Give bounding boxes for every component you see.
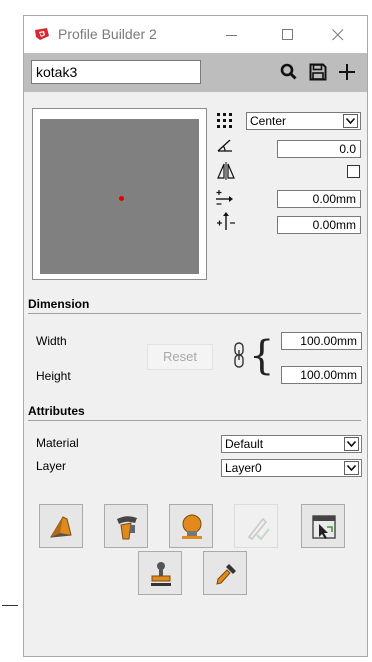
close-button[interactable] xyxy=(314,16,360,53)
add-button[interactable] xyxy=(335,59,359,85)
offset-x-icon xyxy=(216,190,233,205)
profile-builder-window: Profile Builder 2 kotak3 Center 0.0 0.00… xyxy=(23,15,368,657)
select-profile-button[interactable] xyxy=(301,504,345,548)
search-icon xyxy=(280,63,297,80)
dimension-heading: Dimension xyxy=(28,297,90,311)
offset-y-icon xyxy=(217,212,235,230)
build-profile-button[interactable] xyxy=(39,504,83,548)
alignment-select[interactable]: Center xyxy=(246,112,361,130)
profile-toolbar xyxy=(24,53,367,92)
origin-point xyxy=(119,196,124,201)
close-icon xyxy=(332,29,344,41)
width-label: Width xyxy=(36,334,67,348)
eyedropper-button[interactable] xyxy=(203,551,247,595)
offset-y-field[interactable]: 0.00mm xyxy=(277,216,361,234)
add-icon xyxy=(339,64,355,80)
profile-preview-canvas[interactable] xyxy=(40,119,199,274)
eyedropper-icon xyxy=(216,564,236,585)
minimize-icon xyxy=(226,35,237,36)
alignment-dropdown-arrow[interactable] xyxy=(343,114,358,128)
edit-path-icon xyxy=(247,517,270,541)
reset-button[interactable]: Reset xyxy=(147,344,213,370)
stamp-button[interactable] xyxy=(138,551,182,595)
maximize-button[interactable] xyxy=(264,16,310,53)
layer-dropdown-arrow[interactable] xyxy=(344,461,359,475)
mirror-checkbox[interactable] xyxy=(347,165,360,178)
stray-line xyxy=(2,605,18,606)
chevron-down-icon xyxy=(346,118,355,124)
link-chain-icon[interactable] xyxy=(232,342,246,368)
material-label: Material xyxy=(36,436,79,450)
minimize-button[interactable] xyxy=(208,16,254,53)
alignment-value: Center xyxy=(250,114,287,128)
maximize-icon xyxy=(282,29,293,40)
rotation-angle-icon xyxy=(217,139,232,152)
stamp-icon xyxy=(151,562,171,586)
save-button[interactable] xyxy=(306,59,330,85)
follow-path-icon xyxy=(117,516,137,540)
height-field[interactable]: 100.00mm xyxy=(281,366,362,384)
material-select[interactable]: Default xyxy=(221,435,362,453)
title-bar: Profile Builder 2 xyxy=(24,16,367,53)
mirror-icon xyxy=(217,162,235,180)
profile-material-button[interactable] xyxy=(169,504,213,548)
profile-name-input[interactable] xyxy=(31,60,201,84)
save-icon xyxy=(309,63,327,81)
search-button[interactable] xyxy=(277,59,301,85)
profile-material-icon xyxy=(182,514,202,539)
layer-label: Layer xyxy=(36,459,67,473)
width-field[interactable]: 100.00mm xyxy=(281,332,362,350)
rotation-field[interactable]: 0.0 xyxy=(277,140,361,158)
profile-preview-frame xyxy=(32,108,207,280)
material-dropdown-arrow[interactable] xyxy=(344,437,359,451)
material-value: Default xyxy=(225,437,264,451)
dimension-divider xyxy=(28,313,361,314)
chevron-down-icon xyxy=(347,441,356,447)
edit-path-button[interactable] xyxy=(234,504,278,548)
layer-select[interactable]: Layer0 xyxy=(221,459,362,477)
select-profile-icon xyxy=(312,515,336,539)
dimension-link-brace: { xyxy=(249,333,275,379)
window-title: Profile Builder 2 xyxy=(58,26,157,42)
alignment-grid-icon xyxy=(217,113,232,128)
app-logo-icon xyxy=(35,28,49,40)
attributes-heading: Attributes xyxy=(28,404,85,418)
height-label: Height xyxy=(36,369,71,383)
follow-path-button[interactable] xyxy=(104,504,148,548)
attributes-divider xyxy=(28,420,361,421)
chevron-down-icon xyxy=(347,465,356,471)
build-profile-icon xyxy=(50,516,72,538)
layer-value: Layer0 xyxy=(225,461,262,475)
offset-x-field[interactable]: 0.00mm xyxy=(277,190,361,208)
